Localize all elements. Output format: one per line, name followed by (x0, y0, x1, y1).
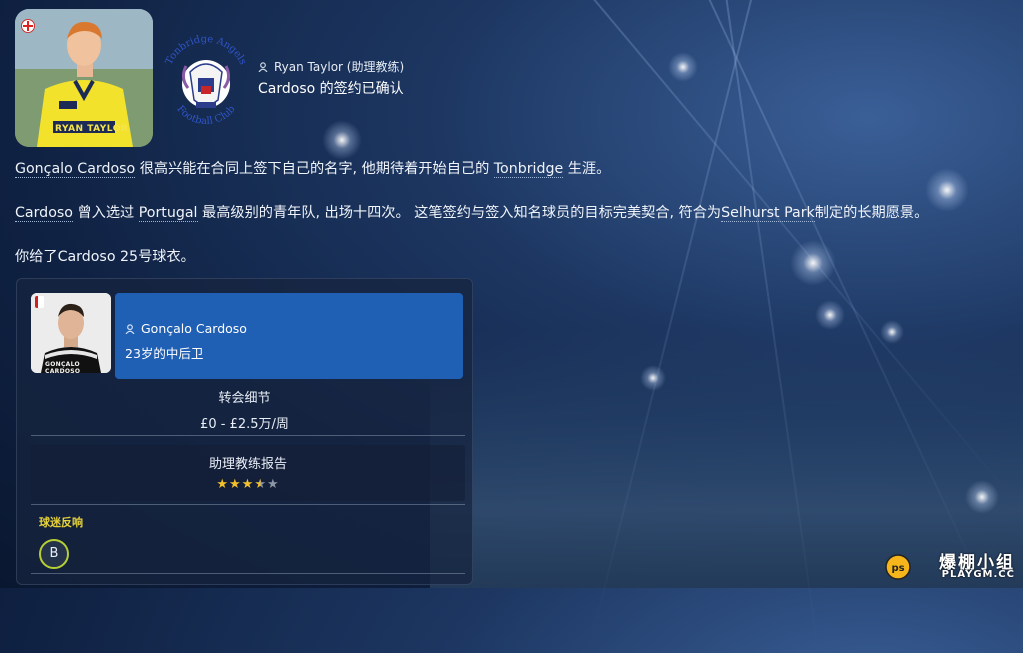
reporter-name[interactable]: Ryan Taylor (助理教练) (274, 58, 404, 75)
article-body: Gonçalo Cardoso 很高兴能在合同上签下自己的名字, 他期待着开始自… (15, 159, 1015, 291)
person-icon (125, 323, 135, 334)
england-flag-icon (21, 19, 35, 33)
club-link[interactable]: Tonbridge (493, 161, 564, 178)
light-flare (965, 480, 999, 514)
paragraph-text: 生涯。 (563, 161, 611, 177)
light-flare (880, 320, 904, 344)
contract-details-title: 转会细节 (218, 391, 271, 406)
paragraph-text: 制定的长期愿景。 (814, 205, 929, 221)
article-paragraph-1: Gonçalo Cardoso 很高兴能在合同上签下自己的名字, 他期待着开始自… (15, 159, 1015, 179)
light-flare (322, 120, 362, 160)
section-divider (31, 573, 465, 574)
nation-link[interactable]: Portugal (138, 205, 198, 222)
person-icon (258, 61, 268, 72)
rating-star-icon: ★ (241, 477, 255, 492)
fan-reaction-grade-badge[interactable]: B (39, 539, 69, 569)
player-name-row: Gonçalo Cardoso (125, 321, 247, 336)
watermark-logo-icon: ps (885, 554, 911, 580)
reporter-line: Ryan Taylor (助理教练) (258, 58, 404, 75)
fan-reaction-label: 球迷反响 (39, 516, 83, 529)
site-watermark: ps 爆棚小组 PLAYGM.CC (883, 548, 1015, 582)
assistant-report-title: 助理教练报告 (208, 457, 287, 472)
club-crest-icon[interactable]: Tonbridge Angels Football Club (160, 22, 252, 134)
paragraph-text: 最高级别的青年队, 出场十四次。 这笔签约与签入知名球员的目标完美契合, 符合为 (197, 205, 722, 221)
light-flare (815, 300, 845, 330)
player-signing-card: GONÇALO CARDOSO Gonçalo Cardoso 23岁的中后卫 … (16, 278, 473, 585)
rating-star-icon: ★ (266, 477, 280, 492)
svg-text:ps: ps (891, 563, 904, 574)
paragraph-text: 曾入选过 (72, 205, 139, 221)
light-flare (668, 52, 698, 82)
player-name[interactable]: Gonçalo Cardoso (141, 321, 247, 336)
light-flare (640, 365, 666, 391)
article-paragraph-3: 你给了Cardoso 25号球衣。 (15, 249, 195, 265)
rating-star-icon: ★ (216, 477, 230, 492)
light-ray (720, 0, 820, 653)
section-divider (31, 435, 465, 436)
light-ray (590, 0, 762, 640)
star-rating: ★★★★★ (31, 477, 465, 492)
player-description: 23岁的中后卫 (125, 346, 204, 361)
rating-star-icon: ★ (229, 477, 242, 492)
stadium-link[interactable]: Selhurst Park (721, 205, 815, 222)
player-link[interactable]: Cardoso (15, 205, 73, 222)
contract-wage-value: £0 - £2.5万/周 (200, 417, 289, 432)
player-link[interactable]: Gonçalo Cardoso (15, 161, 136, 178)
article-paragraph-2: Cardoso 曾入选过 Portugal 最高级别的青年队, 出场十四次。 这… (15, 203, 1015, 223)
player-photo[interactable]: GONÇALO CARDOSO (31, 293, 111, 373)
portugal-flag-icon (35, 296, 44, 308)
rating-star-icon: ★ (254, 477, 267, 492)
news-headline: Cardoso 的签约已确认 (258, 81, 404, 97)
watermark-url: PLAYGM.CC (941, 569, 1015, 580)
player-info-panel[interactable]: Gonçalo Cardoso 23岁的中后卫 (115, 293, 463, 379)
coach-photo-caption: RYAN TAYLOR (55, 124, 129, 134)
player-photo-caption: GONÇALO CARDOSO (45, 361, 81, 373)
assistant-coach-photo[interactable]: RYAN TAYLOR (15, 9, 153, 147)
light-ray (690, 0, 988, 595)
section-divider (31, 504, 465, 505)
assistant-report-box[interactable]: 助理教练报告 ★★★★★ (31, 445, 465, 501)
paragraph-text: 很高兴能在合同上签下自己的名字, 他期待着开始自己的 (135, 161, 494, 177)
news-header: Ryan Taylor (助理教练) Cardoso 的签约已确认 (258, 58, 404, 98)
